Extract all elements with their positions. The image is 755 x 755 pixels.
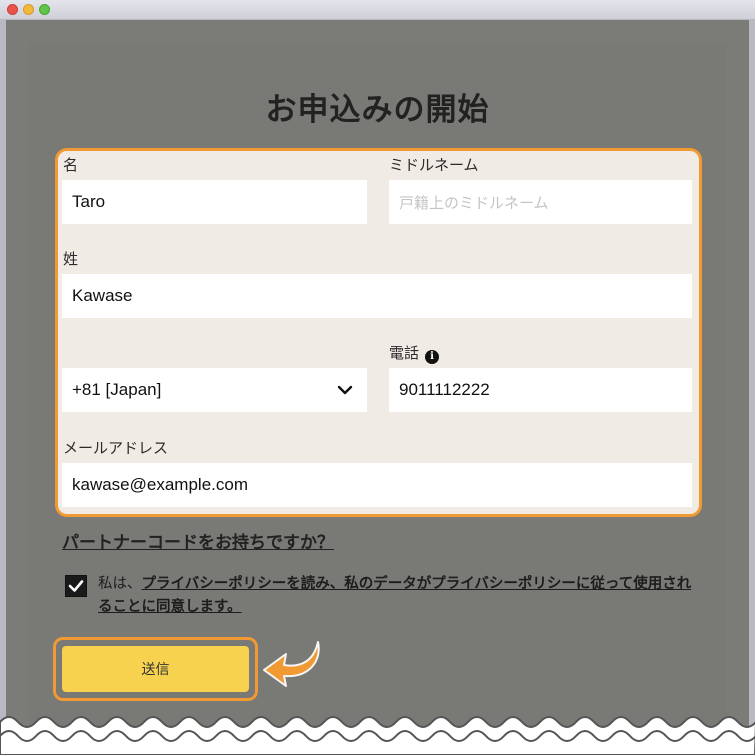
first-name-label: 名 bbox=[63, 156, 79, 174]
chevron-down-icon bbox=[337, 385, 353, 395]
email-input[interactable]: kawase@example.com bbox=[62, 463, 692, 507]
maximize-window-button[interactable] bbox=[39, 4, 50, 15]
window-frame-right bbox=[749, 20, 755, 755]
pointer-arrow-icon bbox=[263, 641, 320, 687]
window-frame-left bbox=[0, 20, 6, 755]
submit-highlight: 送信 bbox=[53, 637, 258, 701]
email-label: メールアドレス bbox=[63, 439, 169, 457]
phone-label-row: 電話 i bbox=[389, 342, 440, 364]
window-titlebar bbox=[0, 0, 755, 20]
first-name-input[interactable]: Taro bbox=[62, 180, 367, 224]
middle-name-label: ミドルネーム bbox=[389, 156, 479, 174]
submit-button[interactable]: 送信 bbox=[62, 646, 249, 692]
info-icon[interactable]: i bbox=[425, 350, 440, 364]
consent-text: 私は、プライバシーポリシーを読み、私のデータがプライバシーポリシーに従って使用さ… bbox=[98, 573, 698, 619]
country-code-value: +81 [Japan] bbox=[72, 380, 162, 399]
phone-input[interactable]: 9011112222 bbox=[389, 368, 692, 412]
checkmark-icon bbox=[68, 580, 84, 592]
phone-label: 電話 bbox=[389, 344, 420, 362]
country-code-select[interactable]: +81 [Japan] bbox=[62, 368, 367, 412]
torn-edge-divider bbox=[0, 716, 755, 755]
minimize-window-button[interactable] bbox=[23, 4, 34, 15]
partner-code-link[interactable]: パートナーコードをお持ちですか？ bbox=[62, 528, 334, 553]
last-name-input[interactable]: Kawase bbox=[62, 274, 692, 318]
privacy-policy-link[interactable]: プライバシーポリシーを読み、私のデータがプライバシーポリシーに従って使用されるこ… bbox=[98, 576, 691, 615]
consent-prefix: 私は、 bbox=[98, 576, 142, 592]
page-title: お申込みの開始 bbox=[265, 92, 490, 128]
last-name-label: 姓 bbox=[63, 250, 79, 268]
close-window-button[interactable] bbox=[7, 4, 18, 15]
consent-checkbox[interactable] bbox=[65, 575, 87, 597]
middle-name-input[interactable]: 戸籍上のミドルネーム bbox=[389, 180, 692, 224]
